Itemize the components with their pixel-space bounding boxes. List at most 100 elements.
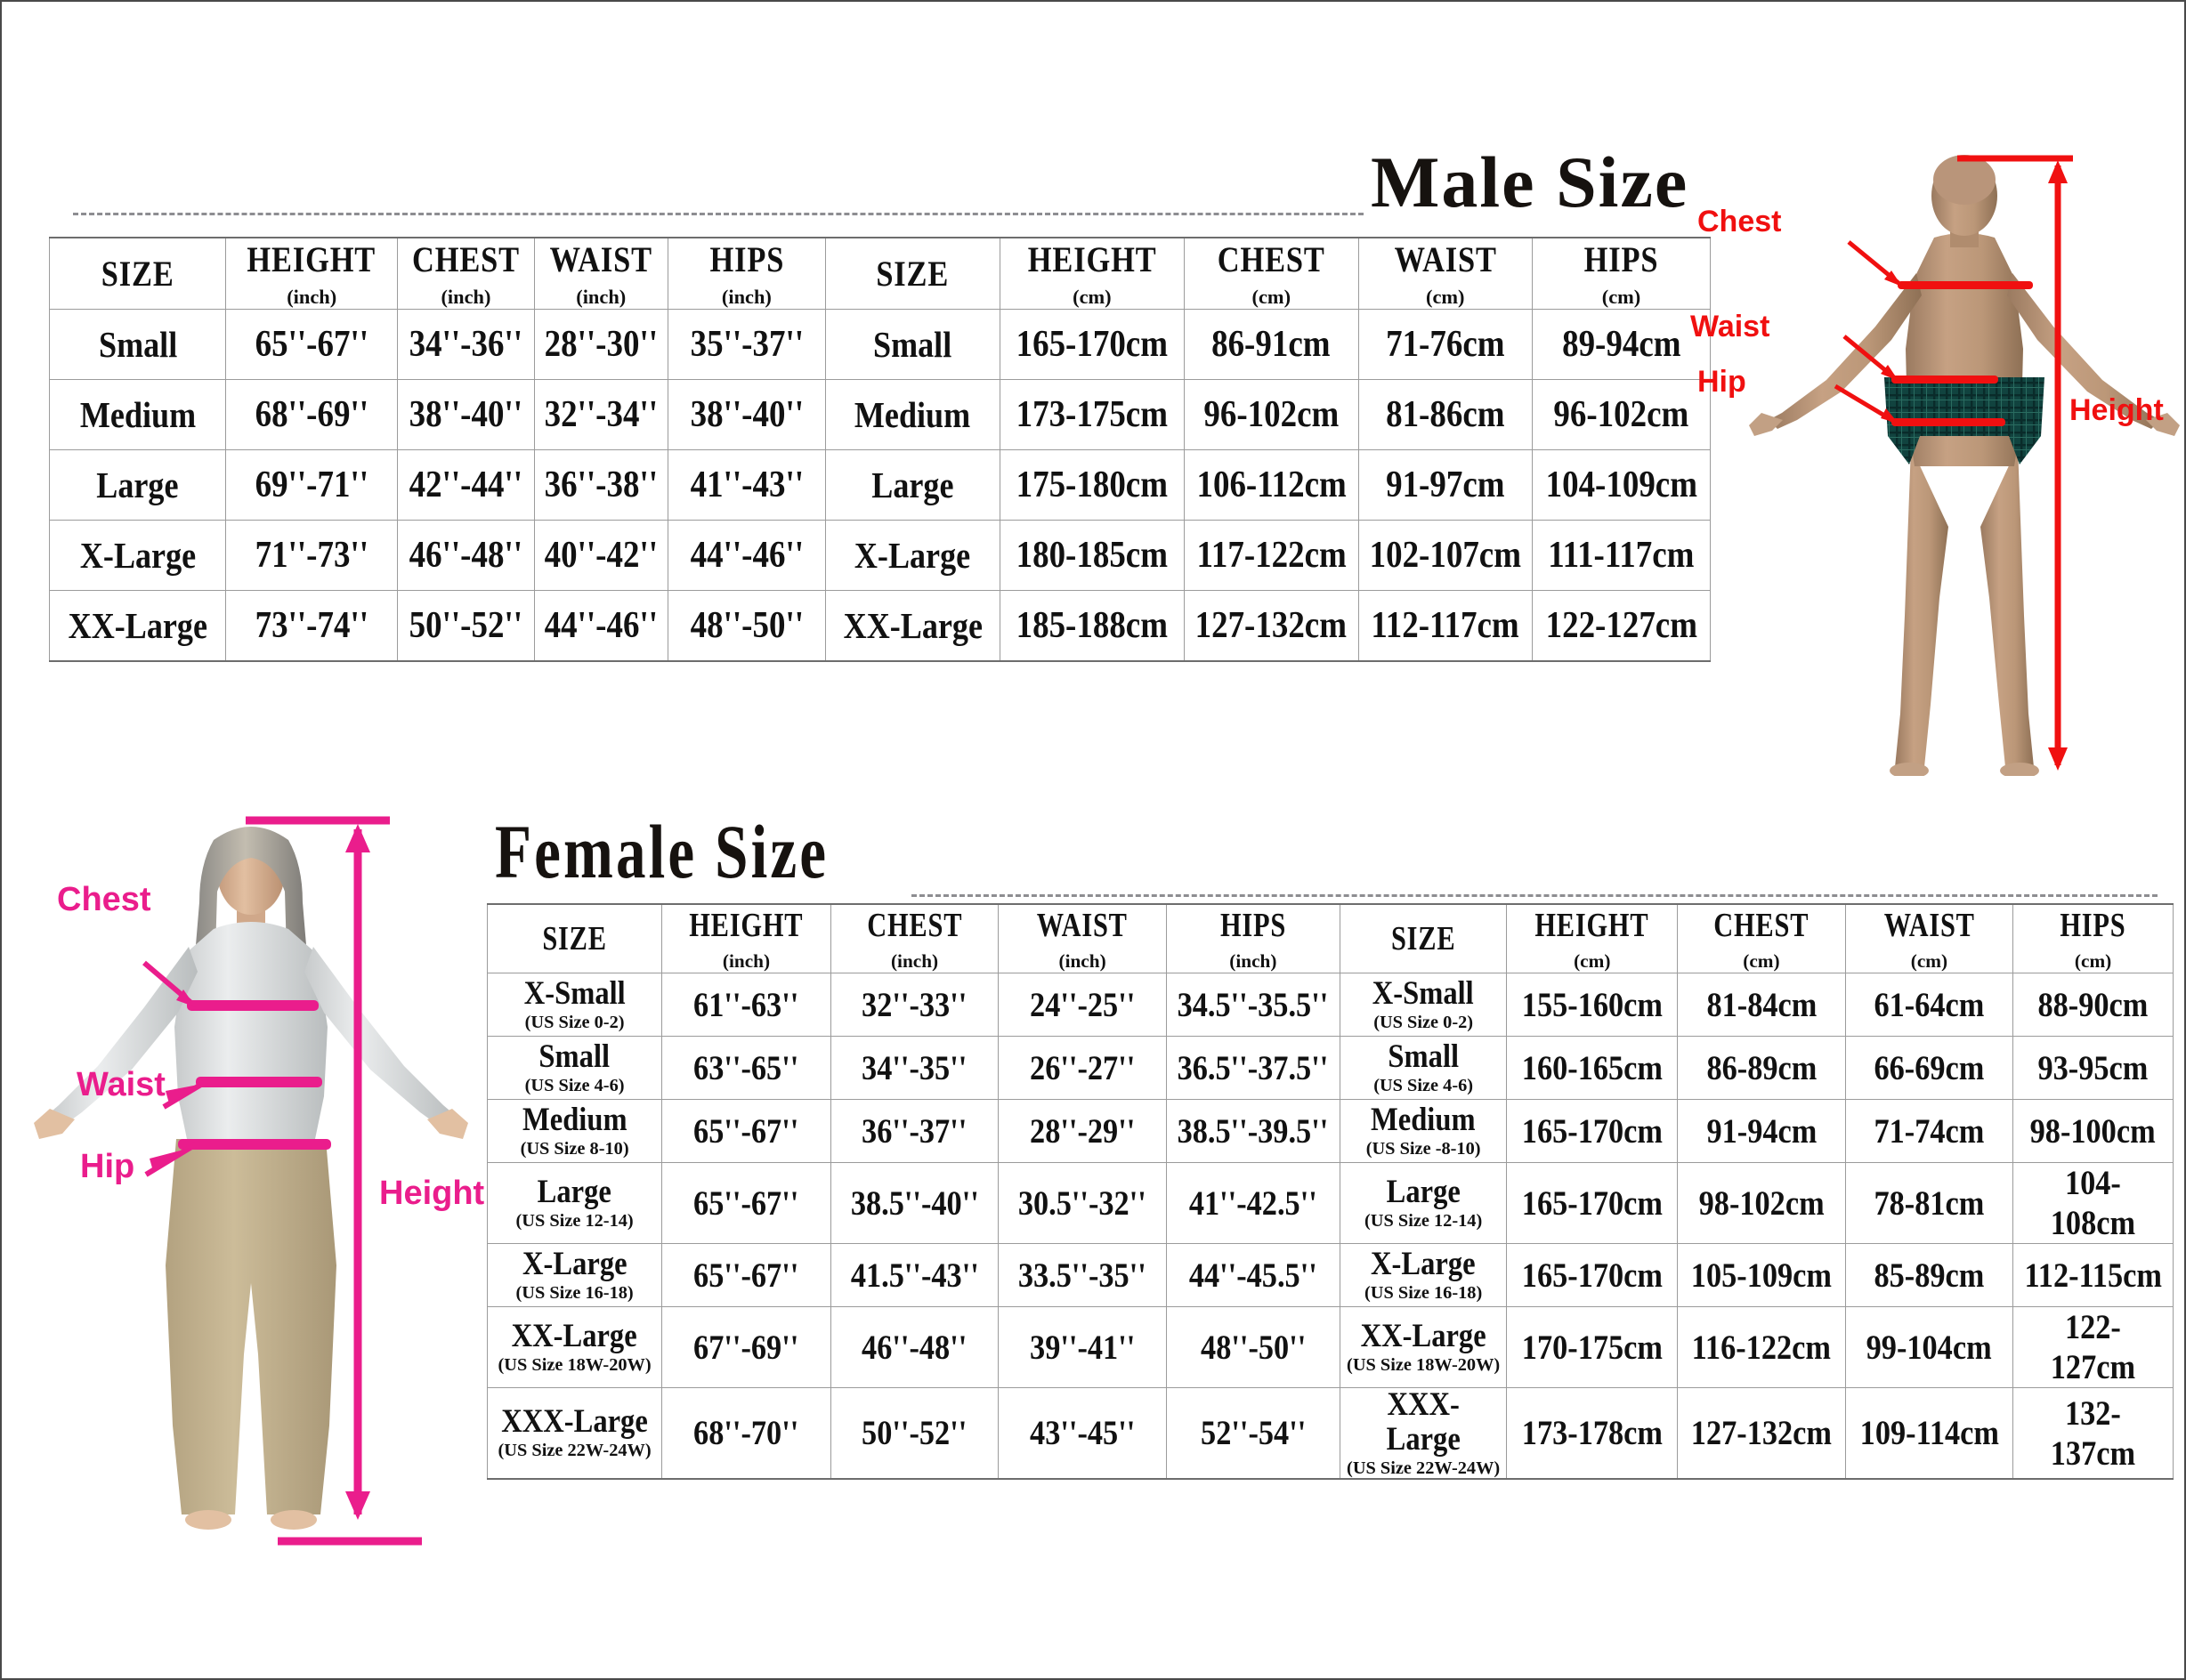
female-cell-hips-cm: 122-127cm bbox=[2012, 1306, 2174, 1388]
male-cell-chest-inch: 34''-36'' bbox=[396, 309, 535, 380]
female-us-size-note: (US Size -8-10) bbox=[1365, 1138, 1481, 1159]
male-cell-height-inch: 68''-69'' bbox=[225, 379, 398, 450]
female-cell-height-cm: 160-165cm bbox=[1506, 1036, 1679, 1100]
female-height-label: Height bbox=[379, 1175, 485, 1212]
female-cell-waist-inch: 28''-29'' bbox=[998, 1099, 1167, 1163]
female-us-size-note: (US Size 4-6) bbox=[524, 1075, 625, 1095]
male-cell-hips-cm: 104-109cm bbox=[1532, 449, 1711, 521]
male-col-height-cm: HEIGHT (cm) bbox=[999, 237, 1186, 310]
female-col-hips-inch: HIPS (inch) bbox=[1165, 903, 1340, 973]
table-row: XXX-Large (US Size 22W-24W) 68''-70'' 50''-… bbox=[486, 1387, 2174, 1481]
female-us-size-note: (US Size 16-18) bbox=[515, 1282, 634, 1303]
female-col-waist-cm: WAIST (cm) bbox=[1844, 903, 2014, 973]
female-cell-hips-inch: 34.5''-35.5'' bbox=[1165, 973, 1340, 1037]
female-us-size-note: (US Size 22W-24W) bbox=[1347, 1458, 1501, 1478]
female-cell-hips-inch: 41''-42.5'' bbox=[1165, 1162, 1340, 1244]
female-us-size-note: (US Size 0-2) bbox=[524, 1012, 625, 1032]
female-cell-size-inch: X-Small (US Size 0-2) bbox=[486, 973, 663, 1037]
female-cell-waist-cm: 99-104cm bbox=[1844, 1306, 2014, 1388]
female-cell-size-inch: X-Large (US Size 16-18) bbox=[486, 1243, 663, 1307]
male-cell-size-inch: Medium bbox=[48, 379, 227, 450]
female-hip-label: Hip bbox=[80, 1148, 135, 1185]
male-cell-waist-inch: 44''-46'' bbox=[533, 590, 668, 662]
female-cell-chest-inch: 41.5''-43'' bbox=[830, 1243, 1000, 1307]
male-cell-size-cm: Small bbox=[825, 309, 1000, 380]
female-cell-height-inch: 68''-70'' bbox=[661, 1387, 831, 1481]
female-chest-label: Chest bbox=[57, 881, 151, 918]
female-header-row: SIZE HEIGHT (inch) CHEST (inch) WAIST (inch… bbox=[486, 903, 2174, 973]
male-cell-waist-inch: 36''-38'' bbox=[533, 449, 668, 521]
female-cell-height-inch: 65''-67'' bbox=[661, 1243, 831, 1307]
male-cell-size-inch: XX-Large bbox=[48, 590, 227, 662]
male-cell-height-inch: 65''-67'' bbox=[225, 309, 398, 380]
female-cell-height-cm: 165-170cm bbox=[1506, 1099, 1679, 1163]
table-row: Small (US Size 4-6) 63''-65'' 34''-35'' 26''… bbox=[486, 1036, 2174, 1100]
female-cell-waist-inch: 30.5''-32'' bbox=[998, 1162, 1167, 1244]
male-height-label: Height bbox=[2069, 393, 2164, 427]
male-cell-height-inch: 71''-73'' bbox=[225, 520, 398, 591]
male-col-hips-cm: HIPS (cm) bbox=[1532, 237, 1711, 310]
female-cell-size-cm: Medium (US Size -8-10) bbox=[1339, 1099, 1508, 1163]
female-cell-size-inch: Small (US Size 4-6) bbox=[486, 1036, 663, 1100]
male-cell-height-cm: 185-188cm bbox=[999, 590, 1186, 662]
female-title-dashed-rule bbox=[911, 894, 2158, 897]
female-cell-waist-cm: 71-74cm bbox=[1844, 1099, 2014, 1163]
female-us-size-note: (US Size 12-14) bbox=[1364, 1210, 1483, 1231]
female-us-size-note: (US Size 8-10) bbox=[520, 1138, 629, 1159]
male-cell-chest-cm: 86-91cm bbox=[1184, 309, 1359, 380]
female-cell-chest-cm: 86-89cm bbox=[1677, 1036, 1846, 1100]
female-cell-chest-inch: 46''-48'' bbox=[830, 1306, 1000, 1388]
male-size-table: SIZE HEIGHT (inch) CHEST (inch) WAIST (inch… bbox=[48, 237, 1711, 662]
male-title-dashed-rule bbox=[73, 213, 1364, 215]
male-col-waist-inch: WAIST (inch) bbox=[533, 237, 668, 310]
male-cell-size-inch: Small bbox=[48, 309, 227, 380]
female-cell-height-inch: 61''-63'' bbox=[661, 973, 831, 1037]
female-col-hips-cm: HIPS (cm) bbox=[2012, 903, 2174, 973]
male-col-hips-inch: HIPS (inch) bbox=[667, 237, 827, 310]
male-col-chest-cm: CHEST (cm) bbox=[1184, 237, 1359, 310]
male-cell-chest-cm: 96-102cm bbox=[1184, 379, 1359, 450]
female-cell-waist-inch: 24''-25'' bbox=[998, 973, 1167, 1037]
male-cell-chest-cm: 117-122cm bbox=[1184, 520, 1359, 591]
female-cell-size-cm: Large (US Size 12-14) bbox=[1339, 1162, 1508, 1244]
female-cell-hips-inch: 52''-54'' bbox=[1165, 1387, 1340, 1481]
female-cell-hips-cm: 104-108cm bbox=[2012, 1162, 2174, 1244]
male-cell-hips-cm: 96-102cm bbox=[1532, 379, 1711, 450]
female-cell-height-cm: 165-170cm bbox=[1506, 1162, 1679, 1244]
table-row: X-Large 71''-73'' 46''-48'' 40''-42'' 44''-4… bbox=[48, 520, 1711, 591]
female-cell-hips-cm: 93-95cm bbox=[2012, 1036, 2174, 1100]
male-size-title: Male Size bbox=[1371, 141, 1689, 222]
female-us-size-note: (US Size 12-14) bbox=[515, 1210, 634, 1231]
female-cell-height-cm: 173-178cm bbox=[1506, 1387, 1679, 1481]
female-cell-size-cm: X-Large (US Size 16-18) bbox=[1339, 1243, 1508, 1307]
male-header-row: SIZE HEIGHT (inch) CHEST (inch) WAIST (inch… bbox=[48, 237, 1711, 310]
female-cell-waist-inch: 43''-45'' bbox=[998, 1387, 1167, 1481]
male-cell-waist-cm: 91-97cm bbox=[1357, 449, 1534, 521]
female-cell-chest-cm: 105-109cm bbox=[1677, 1243, 1846, 1307]
female-cell-hips-cm: 98-100cm bbox=[2012, 1099, 2174, 1163]
male-cell-chest-inch: 38''-40'' bbox=[396, 379, 535, 450]
female-waist-label: Waist bbox=[77, 1066, 166, 1103]
female-cell-chest-cm: 81-84cm bbox=[1677, 973, 1846, 1037]
female-cell-height-cm: 155-160cm bbox=[1506, 973, 1679, 1037]
table-row: Medium (US Size 8-10) 65''-67'' 36''-37'' 28… bbox=[486, 1099, 2174, 1163]
table-row: Medium 68''-69'' 38''-40'' 32''-34'' 38''-40… bbox=[48, 379, 1711, 450]
male-cell-waist-inch: 40''-42'' bbox=[533, 520, 668, 591]
female-cell-height-cm: 170-175cm bbox=[1506, 1306, 1679, 1388]
male-col-waist-cm: WAIST (cm) bbox=[1357, 237, 1534, 310]
female-col-height-inch: HEIGHT (inch) bbox=[661, 903, 831, 973]
table-row: Small 65''-67'' 34''-36'' 28''-30'' 35''-37'… bbox=[48, 309, 1711, 380]
female-cell-waist-inch: 33.5''-35'' bbox=[998, 1243, 1167, 1307]
female-cell-size-inch: XX-Large (US Size 18W-20W) bbox=[486, 1306, 663, 1388]
female-us-size-note: (US Size 18W-20W) bbox=[498, 1354, 652, 1375]
female-cell-height-inch: 67''-69'' bbox=[661, 1306, 831, 1388]
male-waist-label: Waist bbox=[1690, 310, 1770, 343]
female-cell-height-inch: 65''-67'' bbox=[661, 1162, 831, 1244]
female-cell-waist-cm: 66-69cm bbox=[1844, 1036, 2014, 1100]
table-row: XX-Large 73''-74'' 50''-52'' 44''-46'' 48''-… bbox=[48, 590, 1711, 662]
male-cell-size-cm: XX-Large bbox=[825, 590, 1000, 662]
table-row: X-Small (US Size 0-2) 61''-63'' 32''-33'' 24… bbox=[486, 973, 2174, 1037]
female-col-chest-cm: CHEST (cm) bbox=[1677, 903, 1846, 973]
male-cell-chest-cm: 127-132cm bbox=[1184, 590, 1359, 662]
female-cell-chest-inch: 34''-35'' bbox=[830, 1036, 1000, 1100]
